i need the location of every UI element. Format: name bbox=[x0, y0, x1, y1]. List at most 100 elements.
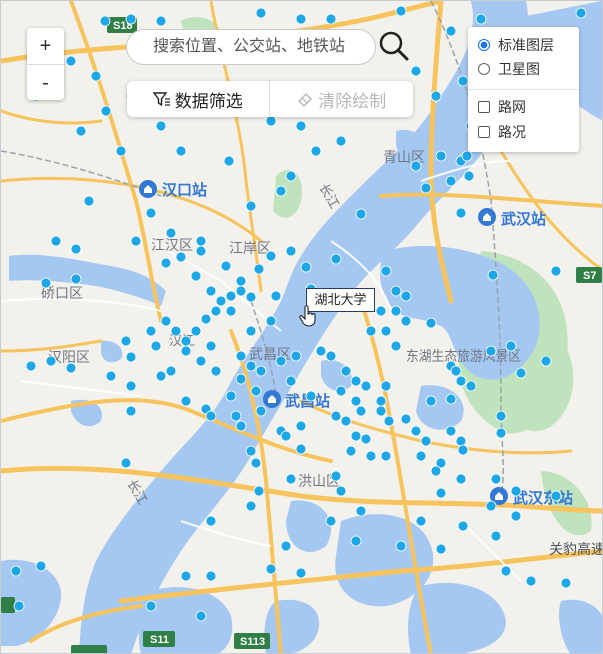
data-point-marker[interactable] bbox=[415, 450, 427, 462]
data-point-marker[interactable] bbox=[255, 405, 267, 417]
data-point-marker[interactable] bbox=[435, 150, 447, 162]
data-point-marker[interactable] bbox=[490, 530, 502, 542]
label-hankou-station[interactable]: 汉口站 bbox=[162, 181, 207, 199]
data-point-marker[interactable] bbox=[220, 260, 232, 272]
data-point-marker[interactable] bbox=[165, 365, 177, 377]
data-point-marker[interactable] bbox=[445, 25, 457, 37]
data-point-marker[interactable] bbox=[175, 145, 187, 157]
data-point-marker[interactable] bbox=[500, 565, 512, 577]
label-wuhan-station[interactable]: 武汉站 bbox=[501, 210, 546, 228]
data-point-marker[interactable] bbox=[350, 430, 362, 442]
data-point-marker[interactable] bbox=[425, 395, 437, 407]
data-point-marker[interactable] bbox=[215, 295, 227, 307]
data-point-marker[interactable] bbox=[235, 420, 247, 432]
standard-layer-radio[interactable] bbox=[478, 39, 490, 51]
data-point-marker[interactable] bbox=[475, 13, 487, 25]
data-point-marker[interactable] bbox=[235, 350, 247, 362]
data-point-marker[interactable] bbox=[99, 15, 111, 27]
data-point-marker[interactable] bbox=[245, 500, 257, 512]
data-point-marker[interactable] bbox=[105, 370, 117, 382]
data-point-marker[interactable] bbox=[365, 450, 377, 462]
data-point-marker[interactable] bbox=[360, 380, 372, 392]
data-point-marker[interactable] bbox=[355, 505, 367, 517]
data-point-marker[interactable] bbox=[510, 510, 522, 522]
data-point-marker[interactable] bbox=[375, 395, 387, 407]
data-point-marker[interactable] bbox=[253, 485, 265, 497]
data-point-marker[interactable] bbox=[540, 355, 552, 367]
data-point-marker[interactable] bbox=[465, 380, 477, 392]
data-point-marker[interactable] bbox=[400, 315, 412, 327]
data-point-marker[interactable] bbox=[265, 563, 277, 575]
data-point-marker[interactable] bbox=[345, 445, 357, 457]
zoom-in-button[interactable]: + bbox=[27, 28, 64, 64]
data-point-marker[interactable] bbox=[450, 365, 462, 377]
data-point-marker[interactable] bbox=[180, 395, 192, 407]
data-point-marker[interactable] bbox=[295, 443, 307, 455]
data-point-marker[interactable] bbox=[285, 375, 297, 387]
data-point-marker[interactable] bbox=[223, 155, 235, 167]
data-point-marker[interactable] bbox=[265, 250, 277, 262]
map-viewer[interactable]: 江汉区 江岸区 硚口区 汉阳区 青山区 武昌区 洪山区 东湖生态旅游风景区 关豹… bbox=[0, 0, 603, 654]
data-point-marker[interactable] bbox=[380, 265, 392, 277]
search-button[interactable] bbox=[378, 29, 410, 63]
data-point-marker[interactable] bbox=[515, 367, 527, 379]
road-traffic-option[interactable]: 路况 bbox=[478, 122, 526, 142]
data-point-marker[interactable] bbox=[375, 405, 387, 417]
data-point-marker[interactable] bbox=[425, 317, 437, 329]
data-point-marker[interactable] bbox=[285, 170, 297, 182]
data-point-marker[interactable] bbox=[65, 55, 77, 67]
data-point-marker[interactable] bbox=[75, 125, 87, 137]
data-point-marker[interactable] bbox=[295, 13, 307, 25]
data-point-marker[interactable] bbox=[455, 375, 467, 387]
data-point-marker[interactable] bbox=[525, 575, 537, 587]
data-point-marker[interactable] bbox=[325, 13, 337, 25]
data-point-marker[interactable] bbox=[250, 457, 262, 469]
data-point-marker[interactable] bbox=[13, 600, 25, 612]
data-point-marker[interactable] bbox=[275, 185, 287, 197]
data-point-marker[interactable] bbox=[120, 457, 132, 469]
data-point-marker[interactable] bbox=[280, 540, 292, 552]
road-traffic-checkbox[interactable] bbox=[478, 126, 490, 138]
data-point-marker[interactable] bbox=[463, 170, 475, 182]
data-point-marker[interactable] bbox=[375, 305, 387, 317]
data-filter-button[interactable]: 数据筛选 bbox=[127, 81, 270, 117]
satellite-layer-radio[interactable] bbox=[478, 63, 490, 75]
data-point-marker[interactable] bbox=[25, 360, 37, 372]
data-point-marker[interactable] bbox=[205, 340, 217, 352]
data-point-marker[interactable] bbox=[285, 245, 297, 257]
data-point-marker[interactable] bbox=[445, 393, 457, 405]
data-point-marker[interactable] bbox=[130, 235, 142, 247]
data-point-marker[interactable] bbox=[400, 413, 412, 425]
data-point-marker[interactable] bbox=[390, 340, 402, 352]
data-point-marker[interactable] bbox=[170, 325, 182, 337]
data-point-marker[interactable] bbox=[160, 315, 172, 327]
data-point-marker[interactable] bbox=[100, 105, 112, 117]
data-point-marker[interactable] bbox=[350, 375, 362, 387]
data-point-marker[interactable] bbox=[165, 227, 177, 239]
data-point-marker[interactable] bbox=[125, 405, 137, 417]
data-point-marker[interactable] bbox=[210, 365, 222, 377]
data-point-marker[interactable] bbox=[205, 515, 217, 527]
data-point-marker[interactable] bbox=[255, 7, 267, 19]
data-point-marker[interactable] bbox=[457, 75, 469, 87]
data-point-marker[interactable] bbox=[205, 285, 217, 297]
data-point-marker[interactable] bbox=[245, 200, 257, 212]
data-point-marker[interactable] bbox=[195, 245, 207, 257]
data-point-marker[interactable] bbox=[253, 263, 265, 275]
data-point-marker[interactable] bbox=[245, 360, 257, 372]
data-point-marker[interactable] bbox=[365, 325, 377, 337]
data-point-marker[interactable] bbox=[40, 277, 52, 289]
search-input[interactable]: 搜索位置、公交站、地铁站 bbox=[126, 29, 376, 65]
data-point-marker[interactable] bbox=[115, 145, 127, 157]
data-point-marker[interactable] bbox=[195, 235, 207, 247]
data-point-marker[interactable] bbox=[155, 370, 167, 382]
data-point-marker[interactable] bbox=[195, 610, 207, 622]
data-point-marker[interactable] bbox=[490, 473, 502, 485]
data-point-marker[interactable] bbox=[325, 350, 337, 362]
data-point-marker[interactable] bbox=[485, 345, 497, 357]
data-point-marker[interactable] bbox=[155, 120, 167, 132]
data-point-marker[interactable] bbox=[245, 445, 257, 457]
data-point-marker[interactable] bbox=[435, 487, 447, 499]
data-point-marker[interactable] bbox=[235, 275, 247, 287]
data-point-marker[interactable] bbox=[420, 182, 432, 194]
